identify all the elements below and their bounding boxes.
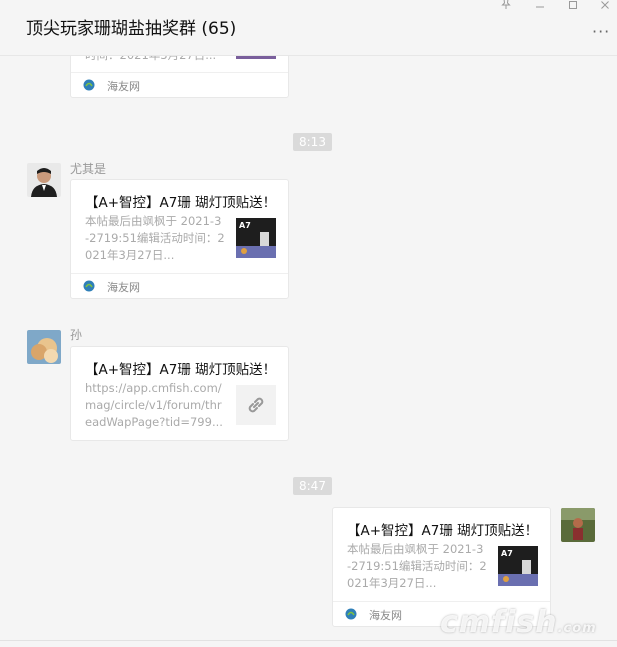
sender-name: 孙 xyxy=(70,328,83,342)
minimize-icon[interactable] xyxy=(535,2,545,15)
chat-area: 时间：2021年3月27日... 海友网 8:13 尤其是 【A+智控】A7珊 … xyxy=(0,0,617,647)
watermark-suffix: .com xyxy=(557,621,597,636)
source-logo-icon xyxy=(83,280,95,292)
link-icon xyxy=(236,385,276,425)
source-name: 海友网 xyxy=(107,80,140,93)
card-footer: 海友网 xyxy=(71,72,288,97)
card-description: 本帖最后由飒枫于 2021-3-2719:51编辑活动时间：2021年3月27日… xyxy=(347,542,487,590)
pin-icon[interactable] xyxy=(501,0,511,13)
chat-title: 顶尖玩家珊瑚盐抽奖群 (65) xyxy=(26,19,237,39)
card-title: 【A+智控】A7珊 瑚灯顶贴送！ xyxy=(85,362,277,378)
watermark-text: cmfish xyxy=(440,605,558,640)
card-title: 【A+智控】A7珊 瑚灯顶贴送！ xyxy=(85,195,277,211)
input-divider xyxy=(0,640,617,641)
card-footer: 海友网 xyxy=(71,273,288,298)
source-logo-icon xyxy=(345,608,357,620)
avatar[interactable] xyxy=(27,330,61,364)
watermark: cmfish.com xyxy=(440,605,597,640)
card-description: 本帖最后由飒枫于 2021-3-2719:51编辑活动时间：2021年3月27日… xyxy=(85,214,225,262)
timestamp: 8:13 xyxy=(293,133,332,151)
maximize-icon[interactable] xyxy=(568,0,578,13)
timestamp: 8:47 xyxy=(293,477,332,495)
card-thumbnail: A7 xyxy=(236,218,276,258)
avatar[interactable] xyxy=(27,163,61,197)
close-icon[interactable] xyxy=(600,0,610,13)
source-name: 海友网 xyxy=(369,609,402,622)
more-options-icon[interactable]: ··· xyxy=(592,22,610,41)
message-card[interactable]: 【A+智控】A7珊 瑚灯顶贴送！ https://app.cmfish.com/… xyxy=(70,346,289,441)
title-bar: 顶尖玩家珊瑚盐抽奖群 (65) ··· xyxy=(0,0,617,56)
source-logo-icon xyxy=(83,79,95,91)
svg-text:A7: A7 xyxy=(501,549,513,558)
card-thumbnail: A7 xyxy=(498,546,538,586)
avatar[interactable] xyxy=(561,508,595,542)
svg-text:A7: A7 xyxy=(239,221,251,230)
message-card[interactable]: 【A+智控】A7珊 瑚灯顶贴送！ 本帖最后由飒枫于 2021-3-2719:51… xyxy=(70,179,289,299)
sender-name: 尤其是 xyxy=(70,162,107,176)
card-title: 【A+智控】A7珊 瑚灯顶贴送！ xyxy=(347,523,539,539)
card-description: https://app.cmfish.com/mag/circle/v1/for… xyxy=(85,381,223,429)
source-name: 海友网 xyxy=(107,281,140,294)
